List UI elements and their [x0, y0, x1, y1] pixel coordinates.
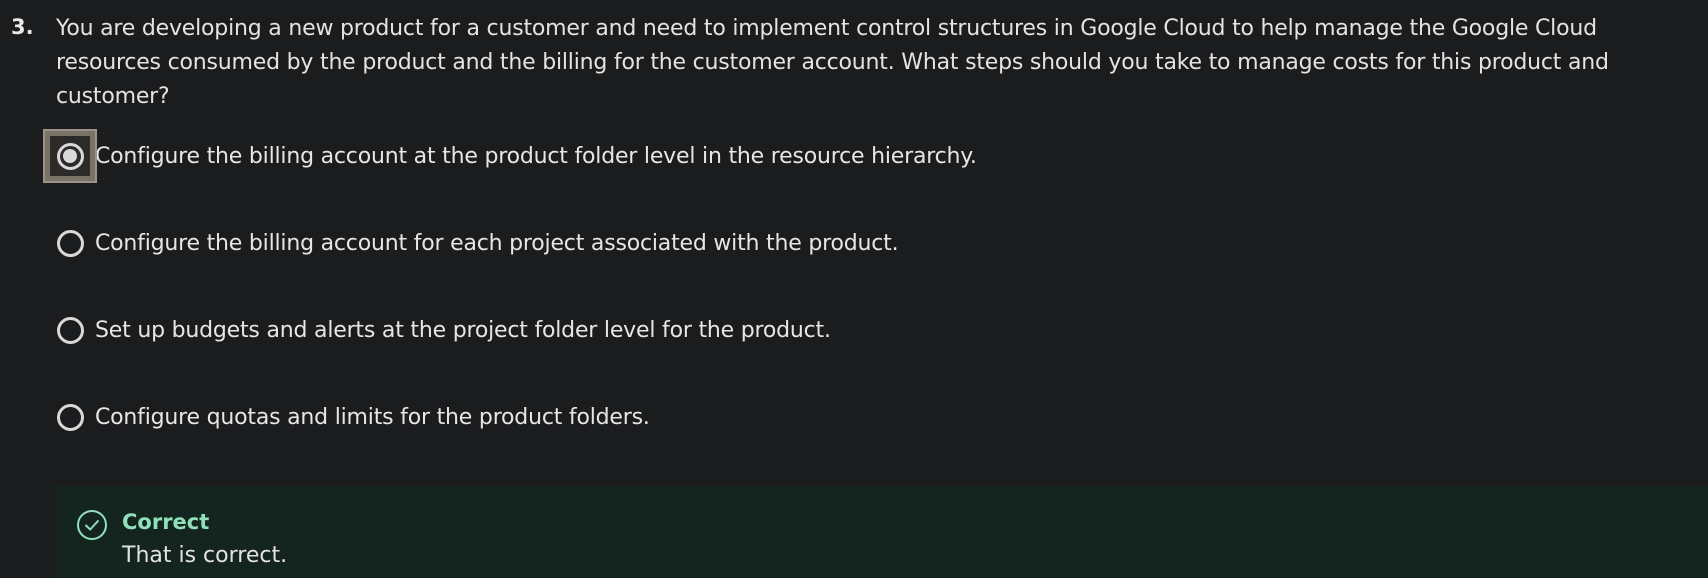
radio-empty-icon[interactable]	[56, 403, 84, 431]
question-text: You are developing a new product for a c…	[56, 16, 1609, 109]
quiz-question-page: 3. You are developing a new product for …	[0, 0, 1708, 578]
question-number: 3.	[11, 15, 34, 39]
answer-options: Configure the billing account at the pro…	[43, 129, 1243, 478]
answer-option-label[interactable]: Configure quotas and limits for the prod…	[95, 391, 650, 445]
radio-empty-icon[interactable]	[56, 229, 84, 257]
feedback-title: Correct	[122, 510, 210, 534]
answer-option[interactable]: Configure the billing account at the pro…	[43, 129, 1243, 217]
answer-option[interactable]: Configure quotas and limits for the prod…	[43, 391, 1243, 478]
answer-option[interactable]: Configure the billing account for each p…	[43, 217, 1243, 304]
answer-option-label[interactable]: Configure the billing account for each p…	[95, 217, 899, 271]
radio-empty-icon[interactable]	[56, 316, 84, 344]
answer-option[interactable]: Set up budgets and alerts at the project…	[43, 304, 1243, 391]
check-circle-icon	[77, 510, 107, 540]
answer-option-label[interactable]: Set up budgets and alerts at the project…	[95, 304, 831, 358]
radio-selected-icon[interactable]	[56, 142, 84, 170]
feedback-text: That is correct.	[122, 543, 288, 568]
feedback-panel: Correct That is correct.	[56, 486, 1708, 578]
answer-option-label[interactable]: Configure the billing account at the pro…	[95, 130, 977, 184]
radio-focus-ring[interactable]	[43, 129, 97, 183]
